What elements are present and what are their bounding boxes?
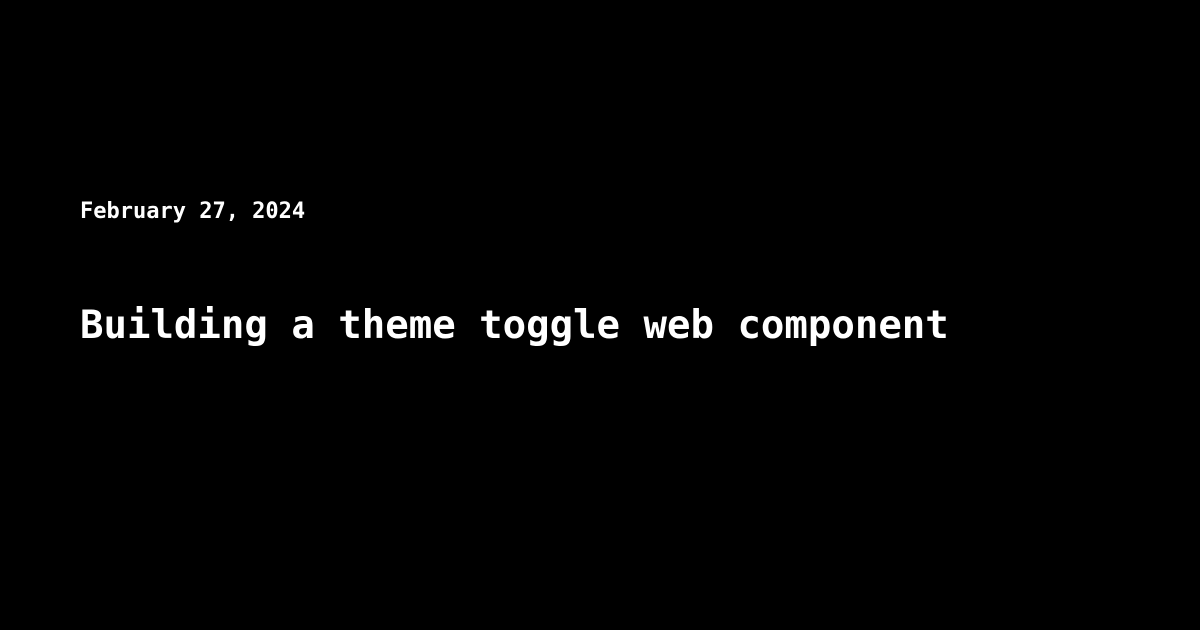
post-date: February 27, 2024	[80, 199, 306, 224]
post-title: Building a theme toggle web component	[80, 303, 949, 348]
social-card: February 27, 2024 Building a theme toggl…	[0, 0, 1200, 630]
